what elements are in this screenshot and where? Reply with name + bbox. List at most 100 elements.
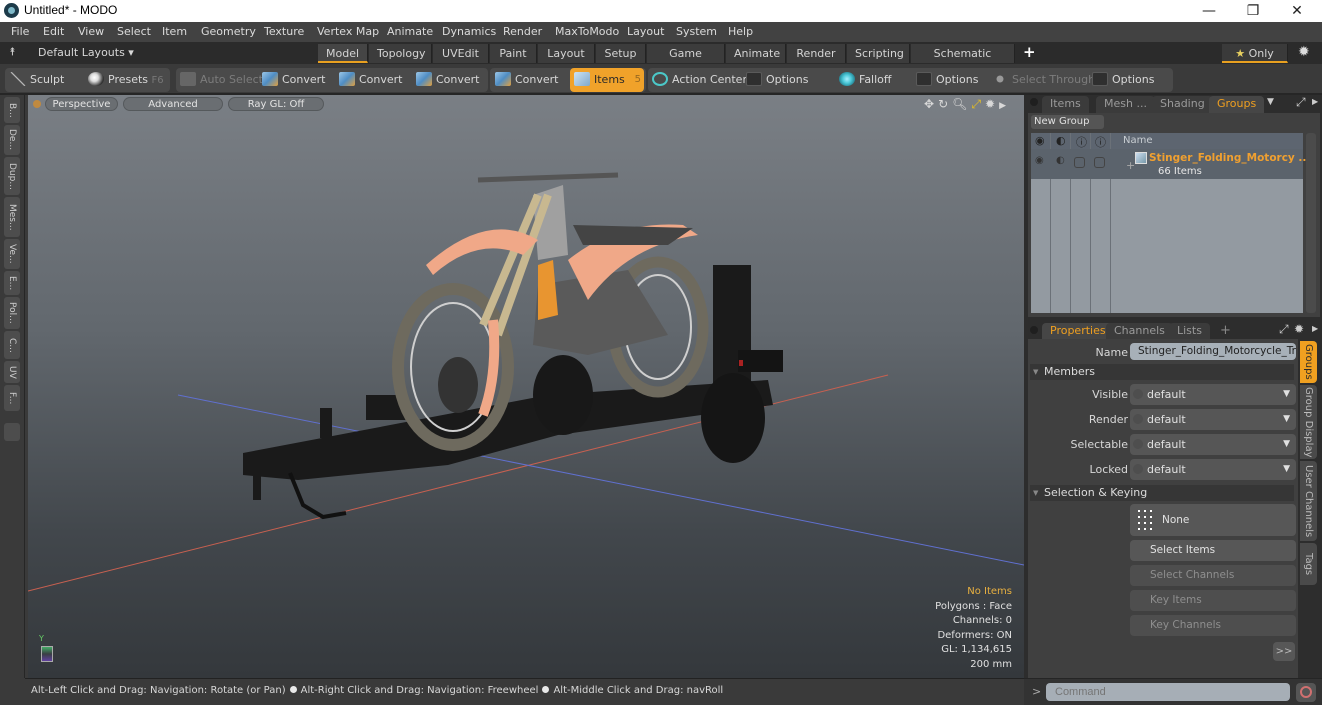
menu-item[interactable]: Item (162, 25, 187, 38)
menu-geometry[interactable]: Geometry (201, 25, 256, 38)
menu-system[interactable]: System (676, 25, 717, 38)
selectable-toggle[interactable] (1133, 439, 1143, 449)
locked-dropdown[interactable]: default ▼ (1130, 459, 1296, 480)
menu-edit[interactable]: Edit (43, 25, 64, 38)
left-tab-duplicate[interactable]: Dup... (4, 157, 20, 195)
pan-icon[interactable]: ✥ (924, 97, 938, 111)
tab-layout[interactable]: Layout (538, 44, 595, 63)
view-mode-button[interactable]: Perspective (45, 97, 118, 111)
menu-file[interactable]: File (11, 25, 29, 38)
add-panel-tab-button[interactable]: + (1220, 323, 1231, 338)
left-tab-edge[interactable]: E... (4, 271, 20, 295)
selectable-dropdown[interactable]: default ▼ (1130, 434, 1296, 455)
row-visibility-icon[interactable]: ◉ (1035, 155, 1044, 166)
selectable-icon[interactable]: ⓘ (1076, 134, 1087, 150)
select-channels-button[interactable]: Select Channels (1130, 565, 1296, 586)
key-items-button[interactable]: Key Items (1130, 590, 1296, 611)
viewport-gear-icon[interactable]: ✹ (985, 97, 999, 111)
left-tab-extra[interactable] (4, 423, 20, 441)
panel-gear-icon[interactable]: ✹ (1294, 322, 1304, 336)
render-dropdown[interactable]: default ▼ (1130, 409, 1296, 430)
visible-toggle[interactable] (1133, 389, 1143, 399)
left-tab-fusion[interactable]: F... (4, 385, 20, 411)
viewport-menu-dot[interactable] (33, 100, 41, 108)
action-center-options-button[interactable]: Options (746, 68, 808, 92)
row-selectable-toggle[interactable] (1074, 157, 1085, 168)
rotate-icon[interactable]: ↻ (938, 97, 952, 111)
menu-layout[interactable]: Layout (627, 25, 664, 38)
tab-groups[interactable]: Groups (1209, 96, 1265, 113)
items-mode-button[interactable]: Items 5 (570, 68, 644, 92)
tab-mesh[interactable]: Mesh ... (1096, 96, 1155, 113)
menu-animate[interactable]: Animate (387, 25, 433, 38)
expand-plus-icon[interactable]: + (1126, 159, 1135, 172)
restore-button[interactable]: ❐ (1230, 0, 1276, 22)
select-items-button[interactable]: Select Items (1130, 540, 1296, 561)
menu-maxtomodo[interactable]: MaxToModo (555, 25, 619, 38)
more-options-button[interactable]: >> (1273, 642, 1295, 661)
panel-expand-icon[interactable]: ⤢ (1279, 322, 1289, 337)
select-through-button[interactable]: Select Through (992, 68, 1095, 92)
render-toggle[interactable] (1133, 414, 1143, 424)
tab-setup[interactable]: Setup (596, 44, 646, 63)
raygl-toggle[interactable]: Ray GL: Off (228, 97, 324, 111)
menu-dynamics[interactable]: Dynamics (442, 25, 496, 38)
side-tab-tags[interactable]: Tags (1300, 543, 1317, 585)
tab-model[interactable]: Model (318, 44, 368, 63)
members-section-header[interactable]: Members (1030, 364, 1294, 380)
group-row[interactable]: ◉ ◐ + Stinger_Folding_Motorcy ... 66 Ite… (1031, 149, 1310, 179)
falloff-options-button[interactable]: Options (916, 68, 978, 92)
side-tab-group-display[interactable]: Group Display (1300, 385, 1317, 459)
tab-game-tools[interactable]: Game Tools (647, 44, 725, 79)
side-tab-user-channels[interactable]: User Channels (1300, 461, 1317, 541)
falloff-button[interactable]: Falloff (839, 68, 891, 92)
close-button[interactable]: ✕ (1274, 0, 1320, 22)
tab-scripting[interactable]: Scripting (847, 44, 910, 63)
viewport-more-arrow-icon[interactable]: ▶ (999, 101, 1010, 111)
left-tab-uv[interactable]: UV (4, 361, 20, 383)
panel-menu-dot[interactable] (1030, 326, 1038, 334)
auto-select-button[interactable]: Auto Select (180, 68, 263, 92)
tabs-dropdown-icon[interactable]: ▼ (1267, 97, 1274, 107)
panel-more-arrow-icon[interactable]: ▶ (1312, 97, 1318, 106)
left-tab-mesh-edit[interactable]: Mes... (4, 197, 20, 237)
menu-help[interactable]: Help (728, 25, 753, 38)
select-none-button[interactable]: None (1130, 504, 1296, 536)
menu-render[interactable]: Render (503, 25, 542, 38)
row-render-icon[interactable]: ◐ (1056, 155, 1065, 166)
left-tab-deform[interactable]: De... (4, 125, 20, 155)
tab-schematic-fusion[interactable]: Schematic Fusion (911, 44, 1015, 79)
presets-button[interactable]: Presets F6 (88, 68, 164, 92)
row-lock-toggle[interactable] (1094, 157, 1105, 168)
left-tab-curve[interactable]: C... (4, 331, 20, 359)
menu-select[interactable]: Select (117, 25, 151, 38)
add-layout-tab-button[interactable]: + (1023, 43, 1036, 61)
convert-items-button[interactable]: Convert (495, 68, 559, 92)
tab-animate[interactable]: Animate (726, 44, 786, 63)
menu-vertex-map[interactable]: Vertex Map (317, 25, 379, 38)
3d-viewport[interactable]: Perspective Advanced Ray GL: Off ✥↻🔍︎⤢✹▶… (28, 95, 1024, 678)
tab-shading[interactable]: Shading (1152, 96, 1213, 113)
maximize-icon[interactable]: ⤢ (971, 97, 985, 111)
panel-more-arrow-icon[interactable]: ▶ (1312, 324, 1318, 333)
tab-items[interactable]: Items (1042, 96, 1089, 113)
panel-menu-dot[interactable] (1030, 98, 1038, 106)
zoom-icon[interactable]: 🔍︎ (952, 97, 971, 111)
visible-dropdown[interactable]: default ▼ (1130, 384, 1296, 405)
left-tab-polygon[interactable]: Pol... (4, 297, 20, 329)
tab-lists[interactable]: Lists (1169, 323, 1210, 340)
convert-vertices-button[interactable]: Convert (262, 68, 326, 92)
visibility-eye-icon[interactable]: ◉ (1035, 134, 1045, 147)
collapse-arrow-icon[interactable]: ⯭ (9, 45, 16, 59)
selection-keying-section-header[interactable]: Selection & Keying (1030, 485, 1294, 501)
tab-properties[interactable]: Properties (1042, 323, 1114, 340)
panel-expand-icon[interactable]: ⤢ (1296, 95, 1306, 110)
menu-texture[interactable]: Texture (264, 25, 304, 38)
tab-paint[interactable]: Paint (490, 44, 537, 63)
menu-view[interactable]: View (78, 25, 104, 38)
tab-channels[interactable]: Channels (1106, 323, 1173, 340)
left-tab-vertex[interactable]: Ve... (4, 239, 20, 269)
groups-scrollbar[interactable] (1306, 133, 1316, 313)
settings-gear-icon[interactable]: ✹ (1298, 44, 1310, 60)
record-button[interactable] (1296, 683, 1316, 702)
